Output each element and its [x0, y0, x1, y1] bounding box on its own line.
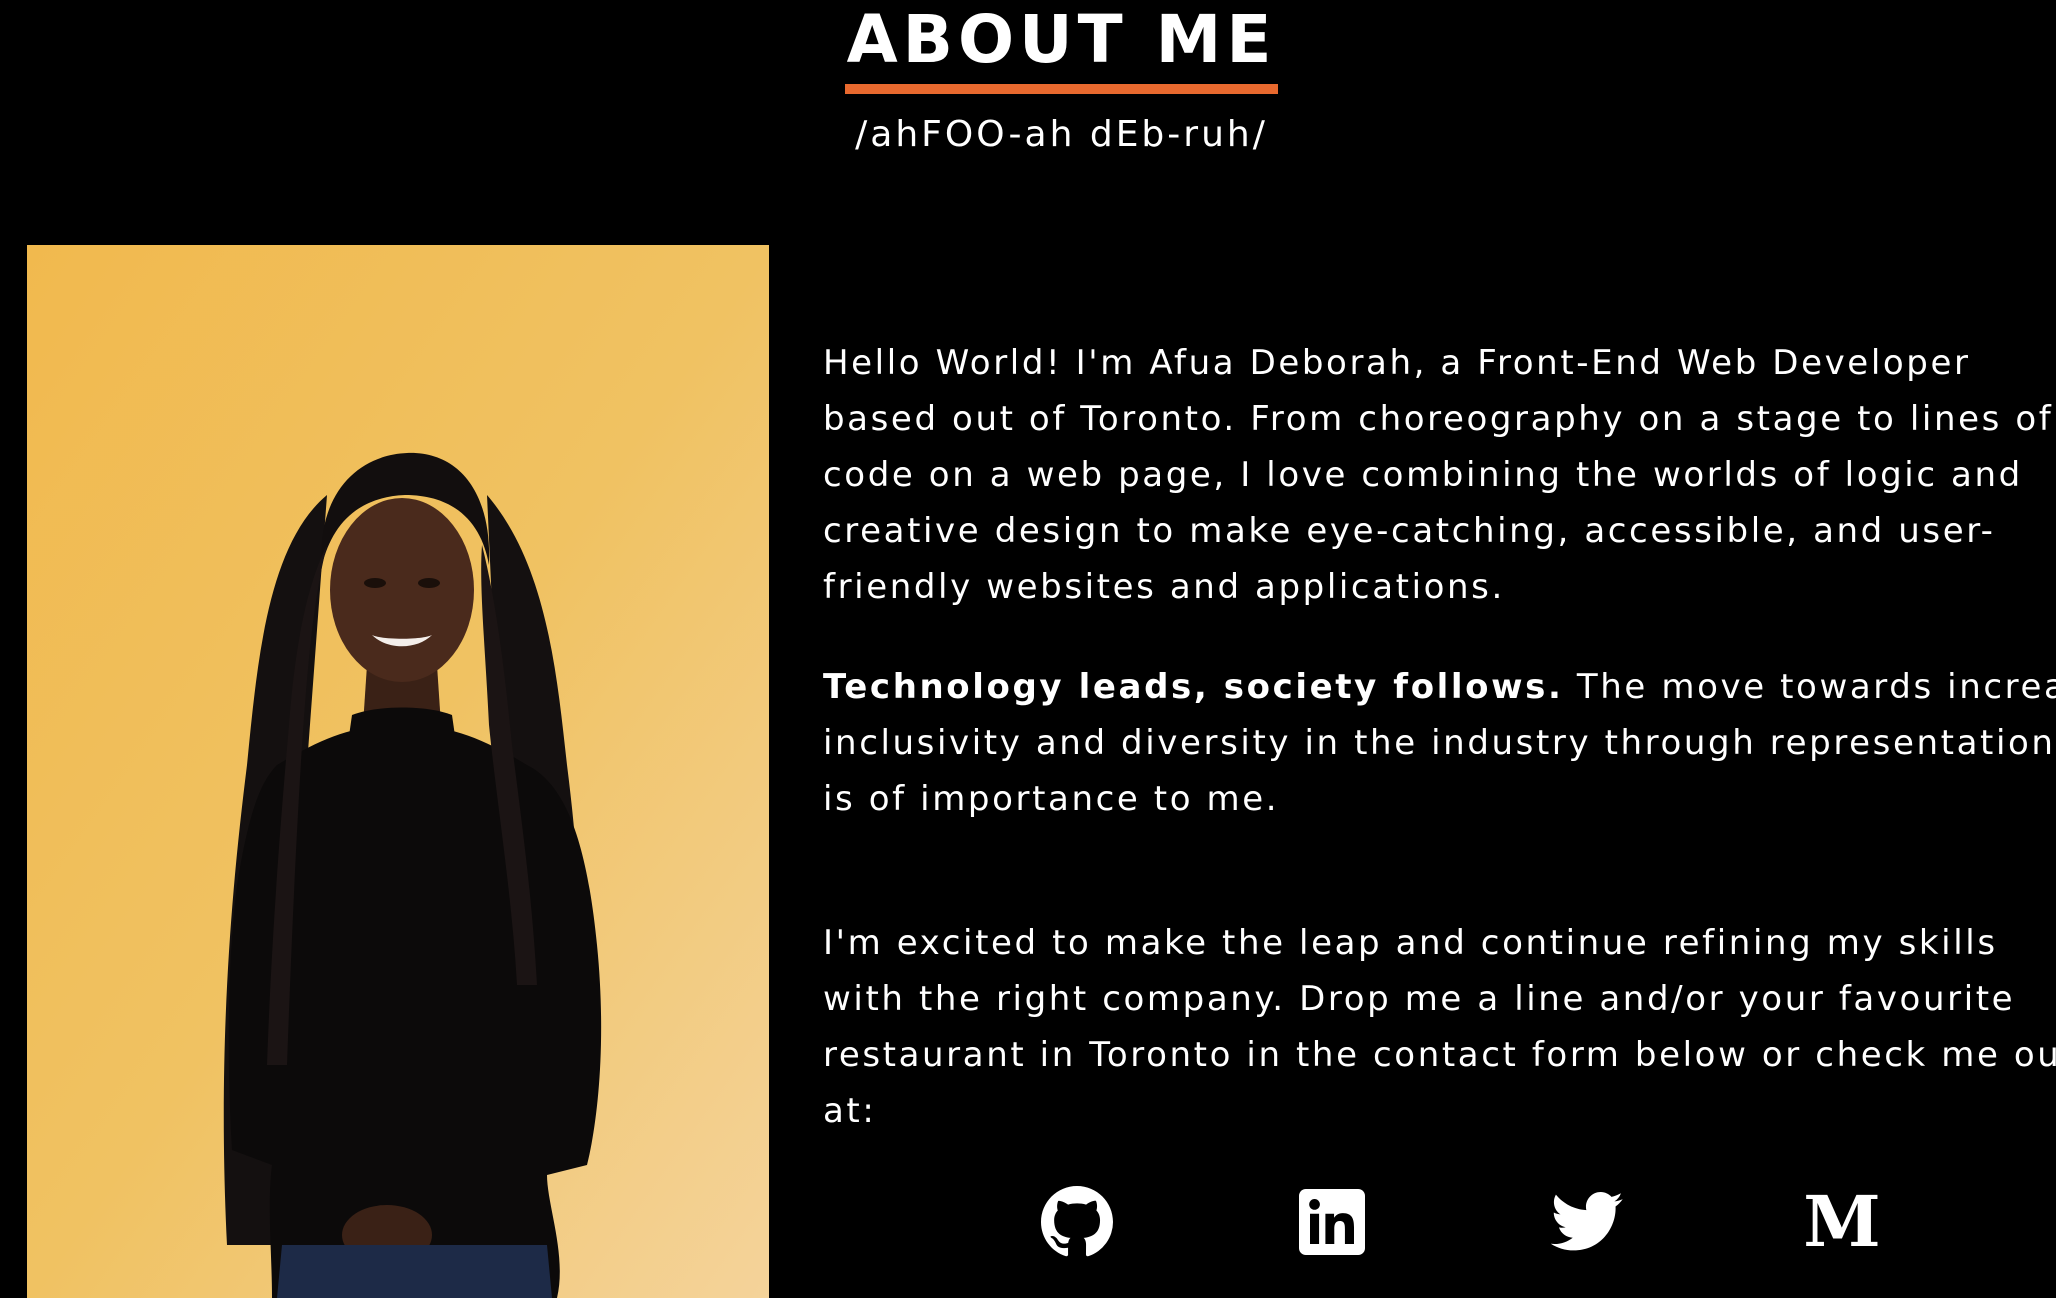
bio-line: based out of Toronto. From choreography …: [823, 399, 2054, 439]
bio-line: at:: [823, 1091, 877, 1131]
profile-photo-illustration: [27, 245, 769, 1298]
name-pronunciation: /ahFOO-ah dEb-ruh/: [855, 114, 1268, 155]
bio-emphasis: Technology leads, society follows.: [823, 667, 1564, 707]
github-link[interactable]: [1040, 1185, 1114, 1259]
linkedin-link[interactable]: [1295, 1185, 1369, 1259]
bio-paragraph-contact: I'm excited to make the leap and continu…: [823, 915, 2056, 1139]
bio-line: restaurant in Toronto in the contact for…: [823, 1035, 2056, 1075]
bio-line: with the right company. Drop me a line a…: [823, 979, 2016, 1019]
about-bio: Hello World! I'm Afua Deborah, a Front-E…: [823, 335, 2056, 1139]
twitter-icon: [1551, 1192, 1623, 1251]
bio-paragraph-intro: Hello World! I'm Afua Deborah, a Front-E…: [823, 335, 2056, 615]
github-icon: [1041, 1186, 1113, 1257]
bio-line: inclusivity and diversity in the industr…: [823, 723, 2056, 763]
page-title: ABOUT ME: [844, 0, 1279, 94]
bio-line: I'm excited to make the leap and continu…: [823, 923, 1998, 963]
social-links: M: [1040, 1185, 1890, 1265]
bio-line: code on a web page, I love combining the…: [823, 455, 2023, 495]
bio-line: is of importance to me.: [823, 779, 1280, 819]
bio-line: Hello World! I'm Afua Deborah, a Front-E…: [823, 343, 1971, 383]
bio-line: friendly websites and applications.: [823, 567, 1505, 607]
medium-icon: M: [1803, 1180, 1881, 1263]
twitter-link[interactable]: [1550, 1185, 1624, 1259]
about-heading-wrap: ABOUT ME: [0, 0, 2056, 94]
bio-line-rest: The move towards increasing: [1576, 667, 2056, 707]
medium-link[interactable]: M: [1803, 1180, 1881, 1263]
bio-paragraph-values: Technology leads, society follows. The m…: [823, 659, 2056, 827]
bio-line: Technology leads, society follows. The m…: [823, 659, 2056, 715]
bio-line: creative design to make eye-catching, ac…: [823, 511, 1996, 551]
profile-photo: [27, 245, 769, 1298]
linkedin-icon: [1299, 1189, 1365, 1255]
